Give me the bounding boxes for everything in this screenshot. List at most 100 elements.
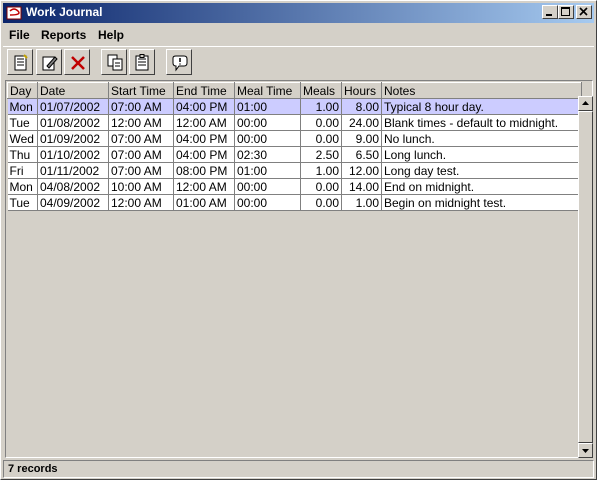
minimize-button[interactable] (542, 5, 558, 19)
cell-notes[interactable]: End on midnight. (381, 178, 582, 195)
minimize-icon (546, 14, 552, 16)
cell-end-time[interactable]: 04:00 PM (173, 146, 235, 163)
new-entry-button[interactable] (7, 49, 33, 75)
cell-notes[interactable]: Begin on midnight test. (381, 194, 582, 211)
title-bar[interactable]: Work Journal (3, 3, 594, 23)
scroll-up-button[interactable] (578, 96, 593, 111)
toolbar (3, 46, 594, 79)
cell-end-time[interactable]: 08:00 PM (173, 162, 235, 179)
column-header-date[interactable]: Date (37, 82, 109, 99)
cell-end-time[interactable]: 04:00 PM (173, 98, 235, 115)
cell-meals[interactable]: 0.00 (300, 194, 342, 211)
cell-hours[interactable]: 9.00 (341, 130, 382, 147)
cell-day[interactable]: Tue (7, 114, 38, 131)
menu-bar: File Reports Help (3, 25, 594, 45)
cell-notes[interactable]: Long lunch. (381, 146, 582, 163)
cell-day[interactable]: Tue (7, 194, 38, 211)
cell-start-time[interactable]: 07:00 AM (108, 146, 174, 163)
column-header-meals[interactable]: Meals (300, 82, 342, 99)
cell-hours[interactable]: 6.50 (341, 146, 382, 163)
cell-hours[interactable]: 24.00 (341, 114, 382, 131)
table-row[interactable]: Tue 04/09/2002 12:00 AM 01:00 AM 00:00 0… (7, 194, 582, 211)
paste-button[interactable] (129, 49, 155, 75)
cell-start-time[interactable]: 10:00 AM (108, 178, 174, 195)
vertical-scrollbar[interactable] (578, 96, 593, 458)
cell-meals[interactable]: 0.00 (300, 178, 342, 195)
column-header-notes[interactable]: Notes (381, 82, 582, 99)
scroll-down-button[interactable] (578, 443, 593, 458)
cell-day[interactable]: Mon (7, 178, 38, 195)
cell-meals[interactable]: 2.50 (300, 146, 342, 163)
comment-icon (172, 55, 188, 72)
cell-meal-time[interactable]: 01:00 (234, 162, 301, 179)
table-row[interactable]: Fri 01/11/2002 07:00 AM 08:00 PM 01:00 1… (7, 162, 582, 179)
arrow-down-icon (582, 449, 589, 453)
paste-icon (135, 54, 149, 71)
table-row[interactable]: Wed 01/09/2002 07:00 AM 04:00 PM 00:00 0… (7, 130, 582, 147)
cell-start-time[interactable]: 07:00 AM (108, 130, 174, 147)
cell-end-time[interactable]: 12:00 AM (173, 178, 235, 195)
cell-day[interactable]: Fri (7, 162, 38, 179)
cell-meal-time[interactable]: 00:00 (234, 178, 301, 195)
cell-notes[interactable]: Long day test. (381, 162, 582, 179)
cell-meal-time[interactable]: 00:00 (234, 130, 301, 147)
scrollbar-thumb[interactable] (578, 111, 593, 443)
menu-help[interactable]: Help (98, 28, 124, 42)
cell-date[interactable]: 01/08/2002 (37, 114, 109, 131)
cell-start-time[interactable]: 07:00 AM (108, 98, 174, 115)
cell-day[interactable]: Thu (7, 146, 38, 163)
comment-button[interactable] (166, 49, 192, 75)
cell-hours[interactable]: 12.00 (341, 162, 382, 179)
cell-meals[interactable]: 1.00 (300, 162, 342, 179)
column-header-meal-time[interactable]: Meal Time (234, 82, 301, 99)
delete-icon (71, 56, 85, 70)
cell-date[interactable]: 04/09/2002 (37, 194, 109, 211)
maximize-button[interactable] (558, 5, 574, 19)
new-entry-icon (14, 54, 28, 71)
close-button[interactable] (576, 5, 592, 19)
cell-meal-time[interactable]: 00:00 (234, 194, 301, 211)
delete-button[interactable] (64, 49, 90, 75)
cell-end-time[interactable]: 01:00 AM (173, 194, 235, 211)
cell-notes[interactable]: Blank times - default to midnight. (381, 114, 582, 131)
cell-day[interactable]: Wed (7, 130, 38, 147)
table-row[interactable]: Thu 01/10/2002 07:00 AM 04:00 PM 02:30 2… (7, 146, 582, 163)
copy-button[interactable] (101, 49, 127, 75)
cell-hours[interactable]: 8.00 (341, 98, 382, 115)
cell-date[interactable]: 01/07/2002 (37, 98, 109, 115)
cell-date[interactable]: 01/10/2002 (37, 146, 109, 163)
cell-meals[interactable]: 1.00 (300, 98, 342, 115)
cell-day[interactable]: Mon (7, 98, 38, 115)
cell-meals[interactable]: 0.00 (300, 114, 342, 131)
cell-meal-time[interactable]: 01:00 (234, 98, 301, 115)
edit-entry-button[interactable] (36, 49, 62, 75)
cell-notes[interactable]: No lunch. (381, 130, 582, 147)
cell-meal-time[interactable]: 00:00 (234, 114, 301, 131)
cell-meal-time[interactable]: 02:30 (234, 146, 301, 163)
cell-hours[interactable]: 14.00 (341, 178, 382, 195)
table-header-row: Day Date Start Time End Time Meal Time M… (7, 82, 582, 99)
cell-meals[interactable]: 0.00 (300, 130, 342, 147)
cell-notes[interactable]: Typical 8 hour day. (381, 98, 582, 115)
table-row[interactable]: Mon 04/08/2002 10:00 AM 12:00 AM 00:00 0… (7, 178, 582, 195)
cell-hours[interactable]: 1.00 (341, 194, 382, 211)
cell-start-time[interactable]: 12:00 AM (108, 194, 174, 211)
maximize-icon (561, 7, 570, 16)
cell-end-time[interactable]: 12:00 AM (173, 114, 235, 131)
cell-start-time[interactable]: 07:00 AM (108, 162, 174, 179)
table-row[interactable]: Mon 01/07/2002 07:00 AM 04:00 PM 01:00 1… (7, 98, 582, 115)
column-header-end-time[interactable]: End Time (173, 82, 235, 99)
menu-file[interactable]: File (9, 28, 30, 42)
cell-date[interactable]: 01/09/2002 (37, 130, 109, 147)
column-header-hours[interactable]: Hours (341, 82, 382, 99)
cell-end-time[interactable]: 04:00 PM (173, 130, 235, 147)
column-header-start-time[interactable]: Start Time (108, 82, 174, 99)
table-row[interactable]: Tue 01/08/2002 12:00 AM 12:00 AM 00:00 0… (7, 114, 582, 131)
app-icon (6, 6, 22, 20)
cell-date[interactable]: 04/08/2002 (37, 178, 109, 195)
menu-reports[interactable]: Reports (41, 28, 86, 42)
cell-date[interactable]: 01/11/2002 (37, 162, 109, 179)
column-header-day[interactable]: Day (7, 82, 38, 99)
arrow-up-icon (582, 101, 589, 105)
cell-start-time[interactable]: 12:00 AM (108, 114, 174, 131)
